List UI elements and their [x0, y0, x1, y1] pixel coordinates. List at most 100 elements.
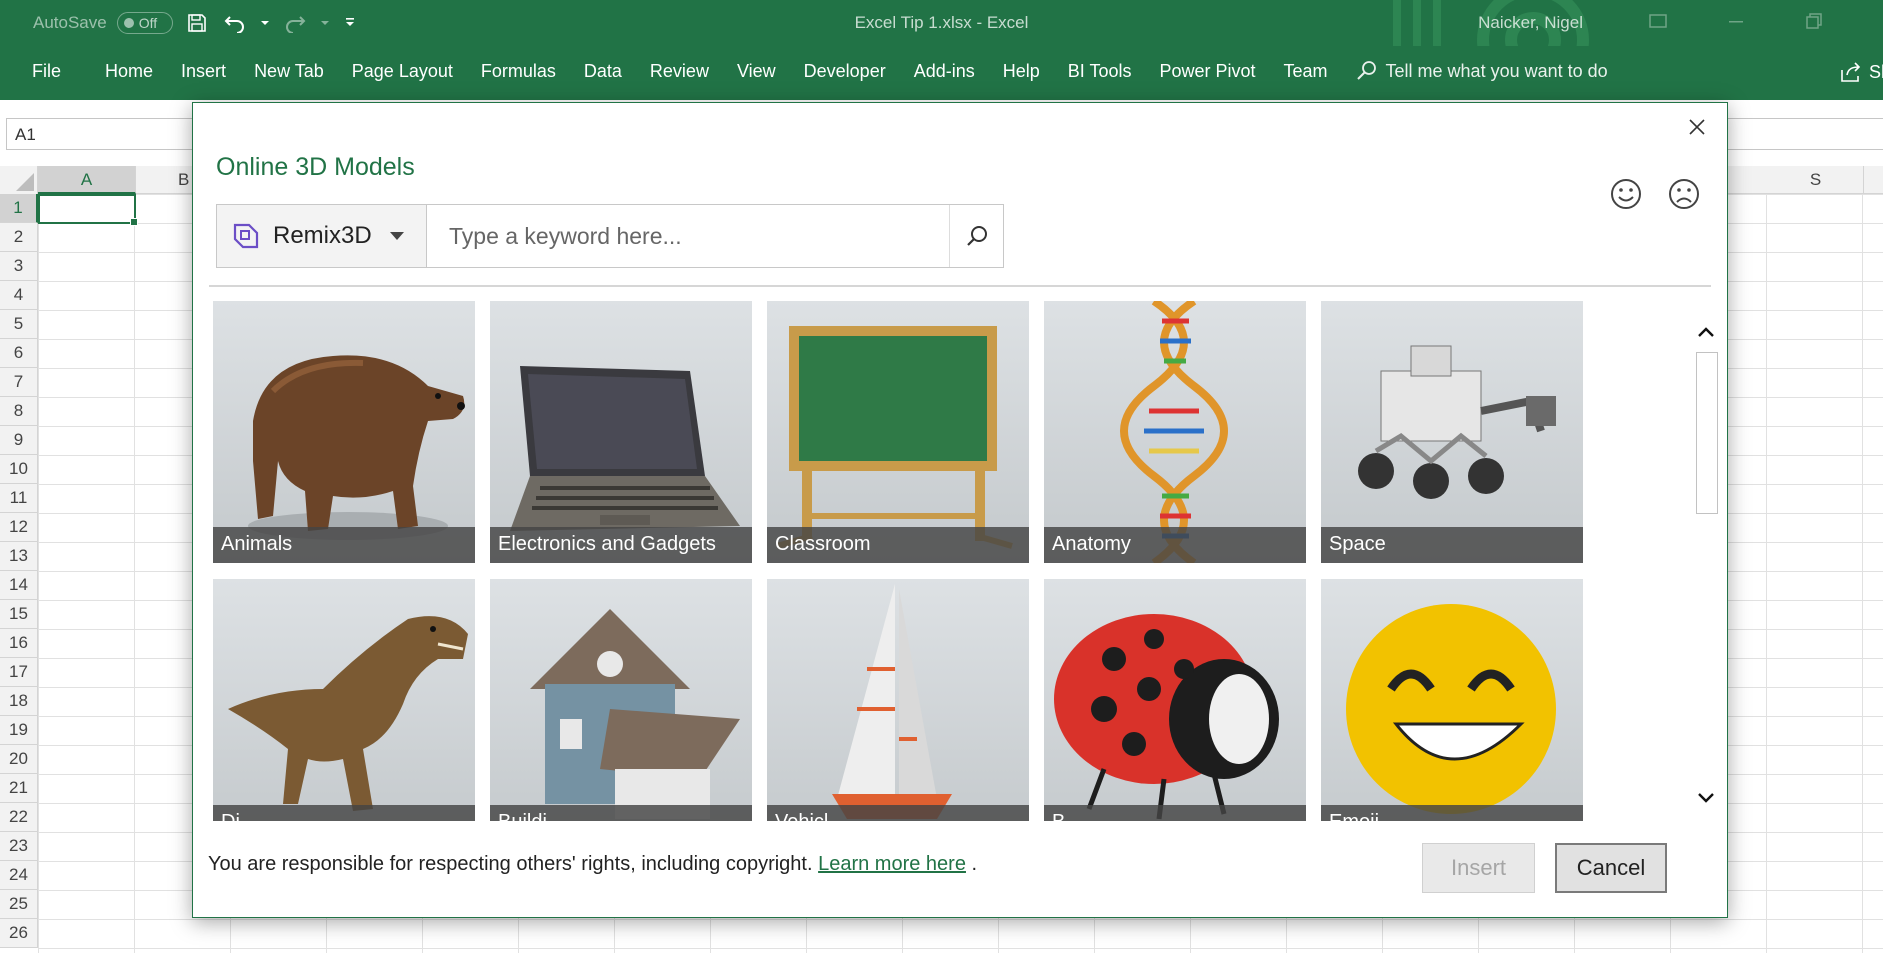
category-tile-vehicles[interactable]: Vehicl — [767, 579, 1029, 821]
search-input[interactable] — [427, 205, 949, 267]
row-header[interactable]: 18 — [0, 687, 38, 716]
minimize-icon[interactable] — [1727, 12, 1745, 30]
undo-dropdown-icon[interactable] — [259, 11, 271, 35]
row-header[interactable]: 15 — [0, 600, 38, 629]
source-label: Remix3D — [273, 222, 372, 249]
category-tile-classroom[interactable]: Classroom — [767, 301, 1029, 563]
undo-icon[interactable] — [221, 11, 249, 35]
row-header[interactable]: 20 — [0, 745, 38, 774]
category-label-buildings: Buildi — [490, 805, 752, 821]
category-tile-dinosaurs[interactable]: Di — [213, 579, 475, 821]
tab-review[interactable]: Review — [636, 61, 723, 82]
category-label-space: Space — [1321, 527, 1583, 563]
chevron-down-icon — [389, 232, 404, 240]
smiley-sad-icon[interactable] — [1667, 177, 1701, 211]
row-header[interactable]: 14 — [0, 571, 38, 600]
tab-file[interactable]: File — [18, 61, 91, 82]
category-tile-bugs[interactable]: B — [1044, 579, 1306, 821]
row-header[interactable]: 11 — [0, 484, 38, 513]
formula-bar-field[interactable] — [1727, 118, 1883, 150]
row-header[interactable]: 6 — [0, 339, 38, 368]
search-button[interactable] — [949, 205, 1003, 267]
learn-more-link[interactable]: Learn more here — [818, 853, 966, 875]
row-header[interactable]: 4 — [0, 281, 38, 310]
row-header[interactable]: 9 — [0, 426, 38, 455]
quick-access-toolbar: AutoSave Off — [33, 11, 359, 35]
close-button[interactable] — [1683, 113, 1711, 141]
chalkboard-icon — [776, 326, 1013, 549]
ribbon-display-icon[interactable] — [1649, 12, 1667, 30]
row-header[interactable]: 17 — [0, 658, 38, 687]
tab-power-pivot[interactable]: Power Pivot — [1145, 61, 1269, 82]
row-header[interactable]: 7 — [0, 368, 38, 397]
ribbon-tab-list: File Home Insert New Tab Page Layout For… — [18, 60, 1608, 82]
scroll-up-button[interactable] — [1695, 321, 1717, 343]
row-header[interactable]: 1 — [0, 194, 38, 223]
feedback-group — [1609, 177, 1701, 211]
dialog-divider — [209, 285, 1711, 287]
category-tile-buildings[interactable]: Buildi — [490, 579, 752, 821]
restore-icon[interactable] — [1805, 12, 1823, 30]
row-header[interactable]: 25 — [0, 890, 38, 919]
row-header[interactable]: 13 — [0, 542, 38, 571]
column-header-s[interactable]: S — [1768, 166, 1864, 194]
row-header[interactable]: 24 — [0, 861, 38, 890]
search-row: Remix3D — [216, 204, 1004, 268]
tab-bi-tools[interactable]: BI Tools — [1054, 61, 1146, 82]
tab-formulas[interactable]: Formulas — [467, 61, 570, 82]
scroll-thumb[interactable] — [1696, 352, 1718, 514]
row-header[interactable]: 22 — [0, 803, 38, 832]
row-header[interactable]: 16 — [0, 629, 38, 658]
save-icon[interactable] — [183, 11, 211, 35]
source-dropdown[interactable]: Remix3D — [217, 205, 427, 267]
row-header[interactable]: 10 — [0, 455, 38, 484]
insert-button[interactable]: Insert — [1422, 843, 1535, 893]
select-all-corner[interactable] — [0, 166, 38, 194]
tell-me-box[interactable]: Tell me what you want to do — [1356, 60, 1608, 82]
row-header[interactable]: 26 — [0, 919, 38, 948]
category-tile-space[interactable]: Space — [1321, 301, 1583, 563]
row-header[interactable]: 12 — [0, 513, 38, 542]
tab-insert[interactable]: Insert — [167, 61, 240, 82]
row-header[interactable]: 8 — [0, 397, 38, 426]
category-tile-animals[interactable]: Animals — [213, 301, 475, 563]
user-name[interactable]: Naicker, Nigel — [1478, 13, 1583, 33]
gallery-scrollbar[interactable] — [1693, 315, 1719, 815]
row-header[interactable]: 19 — [0, 716, 38, 745]
tab-new-tab[interactable]: New Tab — [240, 61, 338, 82]
tab-add-ins[interactable]: Add-ins — [900, 61, 989, 82]
autosave-toggle[interactable]: Off — [116, 12, 173, 34]
cancel-button[interactable]: Cancel — [1555, 843, 1667, 893]
column-header-a[interactable]: A — [38, 166, 136, 194]
name-box[interactable]: A1 — [6, 118, 196, 150]
row-header[interactable]: 21 — [0, 774, 38, 803]
tab-developer[interactable]: Developer — [790, 61, 900, 82]
copyright-period: . — [971, 853, 978, 875]
category-tile-anatomy[interactable]: Anatomy — [1044, 301, 1306, 563]
tab-data[interactable]: Data — [570, 61, 636, 82]
dinosaur-icon — [228, 616, 468, 811]
category-tile-electronics[interactable]: Electronics and Gadgets — [490, 301, 752, 563]
redo-dropdown-icon[interactable] — [319, 11, 331, 35]
rover-icon — [1358, 345, 1556, 499]
scroll-down-button[interactable] — [1695, 787, 1717, 809]
sailboat-icon — [832, 584, 952, 819]
tab-home[interactable]: Home — [91, 61, 167, 82]
row-header[interactable]: 2 — [0, 223, 38, 252]
share-button[interactable]: Sh — [1839, 61, 1883, 83]
tab-help[interactable]: Help — [989, 61, 1054, 82]
category-label-electronics: Electronics and Gadgets — [490, 527, 752, 563]
row-header[interactable]: 5 — [0, 310, 38, 339]
category-tile-emoji[interactable]: Emoji — [1321, 579, 1583, 821]
tab-view[interactable]: View — [723, 61, 790, 82]
redo-icon[interactable] — [281, 11, 309, 35]
tab-page-layout[interactable]: Page Layout — [338, 61, 467, 82]
active-cell-a1[interactable] — [38, 194, 138, 226]
row-header[interactable]: 3 — [0, 252, 38, 281]
dna-icon — [1120, 301, 1228, 563]
row-header[interactable]: 23 — [0, 832, 38, 861]
smiley-happy-icon[interactable] — [1609, 177, 1643, 211]
window-controls — [1649, 12, 1823, 30]
tab-team[interactable]: Team — [1270, 61, 1342, 82]
customize-qat-icon[interactable] — [341, 11, 359, 35]
